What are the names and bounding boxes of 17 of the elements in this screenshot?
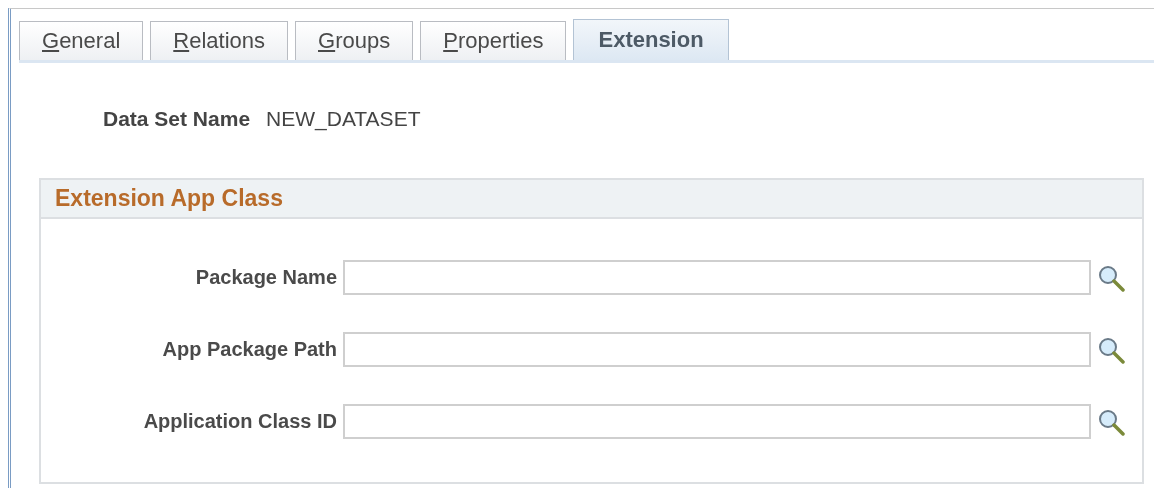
tab[interactable]: Extension (573, 19, 729, 60)
field-label: Package Name (194, 266, 338, 289)
input-field[interactable] (343, 404, 1091, 439)
field-label: Data Set Name (103, 107, 251, 131)
field-label: Application Class ID (142, 410, 338, 433)
tab[interactable]: Properties (420, 21, 567, 60)
search-icon[interactable] (1097, 407, 1125, 436)
field-label: App Package Path (161, 338, 338, 361)
input-field[interactable] (343, 332, 1091, 367)
search-icon[interactable] (1097, 335, 1125, 364)
tab[interactable]: Groups (295, 21, 414, 60)
field-value: NEW_DATASET (266, 107, 421, 131)
tab[interactable]: Relations (150, 21, 288, 60)
input-field[interactable] (343, 260, 1091, 295)
search-icon[interactable] (1097, 263, 1125, 292)
group-title: Extension App Class (55, 185, 283, 212)
tab[interactable]: General (19, 21, 144, 60)
